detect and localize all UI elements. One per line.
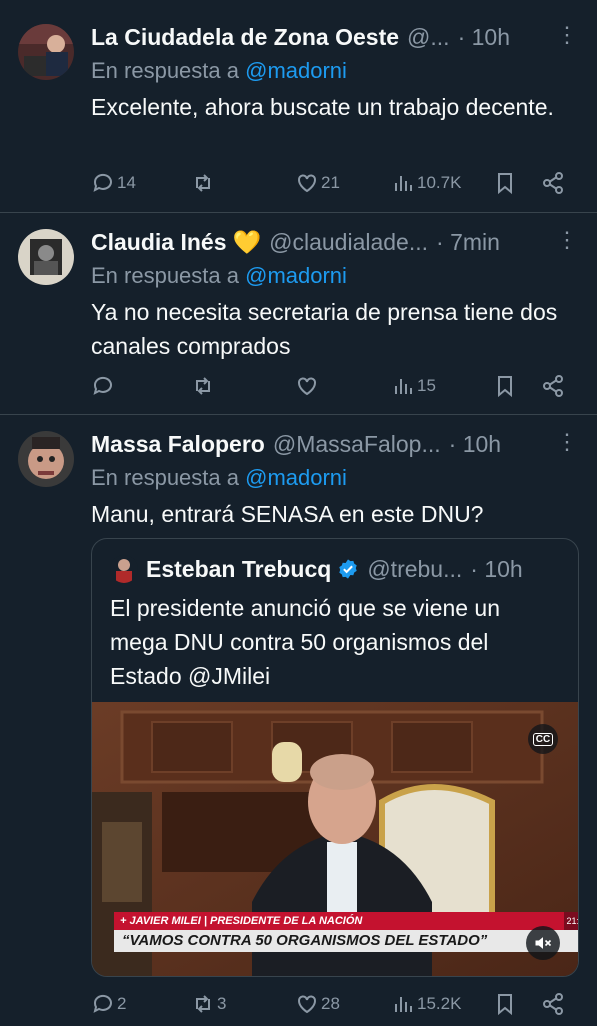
yellow-heart-emoji: 💛 [232,228,262,255]
reply-context: En respuesta a @madorni [91,263,579,291]
bookmark-icon [498,376,512,398]
heart-icon [298,174,316,193]
bookmark-icon [498,173,512,195]
retweet-count: 3 [217,994,227,1013]
reply-mention[interactable]: @madorni [245,58,347,83]
quoted-author-handle[interactable]: @trebu... [367,556,462,583]
timestamp[interactable]: · 10h [458,24,510,51]
bookmark-button[interactable] [493,989,517,1019]
author-name[interactable]: Claudia Inés [91,229,226,256]
avatar-image [18,431,74,487]
like-button[interactable] [295,371,321,401]
reply-button[interactable]: 14 [91,168,136,198]
reply-context: En respuesta a @madorni [91,58,579,86]
tweet-text: Ya no necesita secretaria de prensa tien… [91,299,558,359]
author-handle[interactable]: @MassaFalop... [273,431,441,458]
reply-count: 14 [117,173,136,192]
verified-badge-icon [339,559,358,579]
views-button[interactable]: 15.2K [391,989,461,1019]
reply-icon [93,376,112,395]
reply-icon [93,994,112,1013]
like-count: 28 [321,994,340,1013]
like-button[interactable]: 21 [295,168,340,198]
author-name[interactable]: La Ciudadela de Zona Oeste [91,24,399,51]
author-handle[interactable]: @claudialade... [269,229,428,256]
view-count: 15.2K [417,994,462,1013]
reply-prefix: En respuesta a [91,465,246,490]
bookmark-icon [498,994,512,1016]
more-options-icon[interactable]: ⋮ [555,24,579,50]
timestamp[interactable]: · 7min [436,229,500,256]
view-count: 10.7K [417,173,462,192]
quoted-avatar-image [110,555,138,583]
share-icon [543,375,563,397]
quoted-tweet-text: El presidente anunció que se viene un me… [110,595,501,689]
more-options-icon[interactable]: ⋮ [555,229,579,255]
avatar[interactable] [18,229,74,285]
avatar-image [18,24,74,80]
author-name[interactable]: Massa Falopero [91,431,265,458]
bookmark-button[interactable] [493,168,517,198]
video-player[interactable]: CC + JAVIER MILEI | PRESIDENTE DE LA NAC… [92,702,578,976]
lower-third-name: + JAVIER MILEI | PRESIDENTE DE LA NACIÓN [114,912,564,930]
analytics-icon [395,379,412,394]
share-button[interactable] [541,168,565,198]
retweet-icon [196,995,210,1013]
reply-mention[interactable]: @madorni [245,465,347,490]
tweet[interactable]: Claudia Inés 💛 @claudialade... · 7min ⋮ … [0,213,597,415]
tweet[interactable]: La Ciudadela de Zona Oeste @... · 10h ⋮ … [0,0,597,213]
lower-third-headline: “VAMOS CONTRA 50 ORGANISMOS DEL ESTADO” [114,930,578,952]
tweet-text: Manu, entrará SENASA en este DNU? [91,501,484,527]
volume-muted-icon [535,937,552,949]
author-handle[interactable]: @... [407,24,450,51]
more-options-icon[interactable]: ⋮ [555,431,579,457]
like-button[interactable]: 28 [295,989,340,1019]
retweet-button[interactable] [191,371,217,401]
analytics-icon [395,997,412,1012]
share-button[interactable] [541,371,565,401]
captions-button[interactable]: CC [528,724,558,754]
quoted-timestamp[interactable]: · 10h [470,556,522,583]
retweet-button[interactable] [191,168,217,198]
retweet-icon [196,377,210,395]
tweet-text: Excelente, ahora buscate un trabajo dece… [91,94,554,120]
heart-icon [298,377,316,396]
views-button[interactable]: 15 [391,371,436,401]
timestamp[interactable]: · 10h [449,431,501,458]
reply-icon [93,173,112,192]
like-count: 21 [321,173,340,192]
avatar-image [18,229,74,285]
reply-prefix: En respuesta a [91,58,246,83]
reply-button[interactable]: 2 [91,989,126,1019]
share-icon [543,172,563,194]
quoted-tweet[interactable]: Esteban Trebucq @trebu... · 10h El presi… [91,538,579,977]
reply-count: 2 [117,994,127,1013]
reply-mention[interactable]: @madorni [245,263,347,288]
reply-button[interactable] [91,371,117,401]
mute-button[interactable] [526,926,560,960]
views-button[interactable]: 10.7K [391,168,461,198]
lower-third-clock: 21:46 | 32.3° [564,912,578,930]
reply-context: En respuesta a @madorni [91,465,579,493]
heart-icon [298,995,316,1014]
retweet-button[interactable]: 3 [191,989,226,1019]
share-button[interactable] [541,989,565,1019]
retweet-icon [196,174,210,192]
tweet[interactable]: Massa Falopero @MassaFalop... · 10h ⋮ En… [0,415,597,1026]
quoted-author-name[interactable]: Esteban Trebucq [146,556,331,583]
share-icon [543,993,563,1015]
analytics-icon [395,176,412,191]
view-count: 15 [417,376,436,395]
avatar[interactable] [18,431,74,487]
cc-label: CC [532,732,554,746]
reply-prefix: En respuesta a [91,263,246,288]
quoted-avatar[interactable] [110,555,138,583]
avatar[interactable] [18,24,74,80]
bookmark-button[interactable] [493,371,517,401]
